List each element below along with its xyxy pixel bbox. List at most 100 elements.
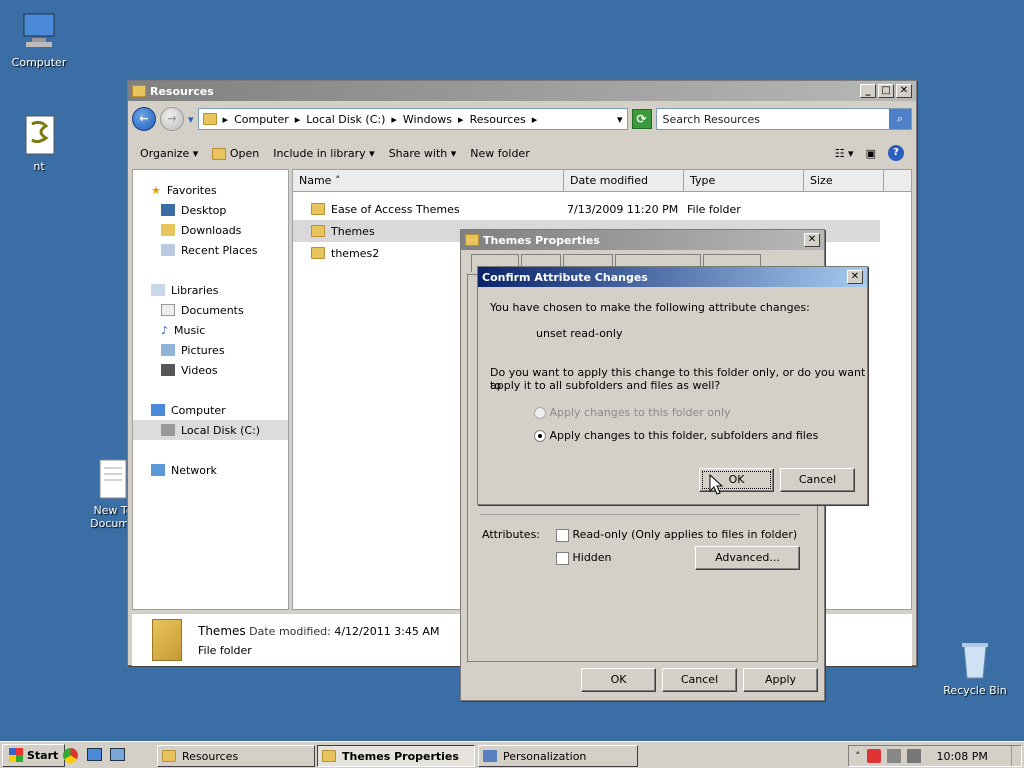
network-icon xyxy=(151,464,165,476)
minimize-button[interactable]: _ xyxy=(860,84,876,98)
readonly-checkbox[interactable]: Read-only (Only applies to files in fold… xyxy=(556,528,797,542)
folder-icon xyxy=(465,234,479,246)
back-button[interactable]: ← xyxy=(132,107,156,131)
confirm-cancel-button[interactable]: Cancel xyxy=(780,468,855,492)
explorer-titlebar[interactable]: Resources _ □ ✕ xyxy=(128,81,916,101)
nav-local-disk[interactable]: Local Disk (C:) xyxy=(133,420,288,440)
advanced-button[interactable]: Advanced... xyxy=(695,546,800,570)
folder-icon xyxy=(212,147,227,160)
task-resources[interactable]: Resources xyxy=(157,745,315,767)
recent-places-icon xyxy=(161,244,175,256)
nav-favorites[interactable]: ★ Favorites xyxy=(133,180,288,200)
nav-desktop[interactable]: Desktop xyxy=(133,200,288,220)
desktop-icon-label: Computer xyxy=(11,56,67,69)
nav-documents[interactable]: Documents xyxy=(133,300,288,320)
radio-folder-subfolders-files[interactable]: Apply changes to this folder, subfolders… xyxy=(534,429,818,442)
open-button[interactable]: Open xyxy=(212,147,259,160)
close-button[interactable]: ✕ xyxy=(847,270,863,284)
show-desktop-button[interactable] xyxy=(1011,746,1021,766)
system-tray: ˄ 10:08 PM xyxy=(848,745,1022,767)
views-icon[interactable]: ☷ ▾ xyxy=(835,147,854,160)
maximize-button[interactable]: □ xyxy=(878,84,894,98)
divider xyxy=(480,514,800,515)
taskbar: Start Resources Themes Properties Person… xyxy=(0,741,1024,768)
attribute-change: unset read-only xyxy=(536,327,623,340)
network-icon[interactable] xyxy=(886,749,901,763)
nav-pictures[interactable]: Pictures xyxy=(133,340,288,360)
attributes-label: Attributes: xyxy=(482,528,541,541)
help-icon[interactable]: ? xyxy=(888,145,904,161)
details-name: Themes xyxy=(198,623,246,638)
folder-icon xyxy=(162,750,176,762)
star-icon: ★ xyxy=(151,183,161,197)
folder-icon xyxy=(322,750,336,762)
ok-button[interactable]: OK xyxy=(581,668,656,692)
clock[interactable]: 10:08 PM xyxy=(937,750,988,763)
search-placeholder: Search Resources xyxy=(662,112,760,126)
show-desktop-icon[interactable] xyxy=(87,748,102,761)
forward-button[interactable]: → xyxy=(160,107,184,131)
column-date-modified[interactable]: Date modified xyxy=(564,170,684,191)
computer-icon xyxy=(18,10,60,52)
column-size[interactable]: Size xyxy=(804,170,884,191)
desktop-icon-recycle-bin[interactable]: Recycle Bin xyxy=(938,638,1012,697)
nav-downloads[interactable]: Downloads xyxy=(133,220,288,240)
breadcrumb-windows[interactable]: Windows xyxy=(403,113,452,126)
nav-libraries[interactable]: Libraries xyxy=(133,280,288,300)
mouse-cursor-icon xyxy=(709,473,724,499)
organize-button[interactable]: Organize ▾ xyxy=(140,147,198,160)
window-title: Resources xyxy=(150,84,214,98)
libraries-icon xyxy=(151,284,165,296)
preview-pane-icon[interactable]: ▣ xyxy=(866,147,876,160)
cancel-button[interactable]: Cancel xyxy=(662,668,737,692)
radio-folder-only[interactable]: Apply changes to this folder only xyxy=(534,406,731,419)
search-input[interactable]: Search Resources ⌕ xyxy=(655,108,912,130)
start-button[interactable]: Start xyxy=(2,743,66,767)
apply-button[interactable]: Apply xyxy=(743,668,818,692)
column-name[interactable]: Name ˄ xyxy=(293,170,564,191)
desktop-icon-nt[interactable]: nt xyxy=(2,114,76,173)
recycle-bin-icon xyxy=(954,638,996,680)
column-headers: Name ˄ Date modified Type Size xyxy=(293,170,911,192)
breadcrumb-computer[interactable]: Computer xyxy=(234,113,289,126)
breadcrumb-local-disk[interactable]: Local Disk (C:) xyxy=(306,113,385,126)
computer-icon xyxy=(151,404,165,416)
desktop-icon-computer[interactable]: Computer xyxy=(2,10,76,69)
nav-recent-places[interactable]: Recent Places xyxy=(133,240,288,260)
drive-icon xyxy=(161,424,175,436)
new-folder-button[interactable]: New folder xyxy=(470,147,529,160)
videos-icon xyxy=(161,364,175,376)
action-center-icon[interactable] xyxy=(866,749,881,763)
list-item[interactable]: Ease of Access Themes 7/13/2009 11:20 PM… xyxy=(293,198,911,220)
breadcrumb-resources[interactable]: Resources xyxy=(470,113,526,126)
nav-computer[interactable]: Computer xyxy=(133,400,288,420)
task-themes-properties[interactable]: Themes Properties xyxy=(317,745,475,767)
switch-windows-icon[interactable] xyxy=(110,748,125,761)
refresh-button[interactable]: ⟳ xyxy=(631,109,652,129)
history-dropdown-icon[interactable]: ▾ xyxy=(188,113,194,126)
details-type: File folder xyxy=(198,643,252,657)
command-bar: Organize ▾ Open Include in library ▾ Sha… xyxy=(132,139,912,167)
confirm-titlebar[interactable]: Confirm Attribute Changes ✕ xyxy=(478,267,867,287)
nav-videos[interactable]: Videos xyxy=(133,360,288,380)
address-bar[interactable]: ▸ Computer ▸ Local Disk (C:) ▸ Windows ▸… xyxy=(197,108,628,130)
include-in-library-button[interactable]: Include in library ▾ xyxy=(273,147,374,160)
hidden-checkbox[interactable]: Hidden xyxy=(556,551,612,565)
nav-music[interactable]: ♪ Music xyxy=(133,320,288,340)
task-personalization[interactable]: Personalization xyxy=(478,745,638,767)
share-with-button[interactable]: Share with ▾ xyxy=(389,147,457,160)
close-button[interactable]: ✕ xyxy=(896,84,912,98)
chrome-icon[interactable] xyxy=(63,748,78,763)
column-type[interactable]: Type xyxy=(684,170,804,191)
desktop-icon-label: Recycle Bin xyxy=(943,684,1007,697)
nav-network[interactable]: Network xyxy=(133,460,288,480)
show-hidden-icons-icon[interactable]: ˄ xyxy=(855,750,861,763)
close-button[interactable]: ✕ xyxy=(804,233,820,247)
address-bar-row: ← → ▾ ▸ Computer ▸ Local Disk (C:) ▸ Win… xyxy=(132,103,912,135)
address-dropdown-icon[interactable]: ▾ xyxy=(617,113,623,126)
properties-titlebar[interactable]: Themes Properties ✕ xyxy=(461,230,824,250)
folder-icon xyxy=(132,85,146,97)
volume-icon[interactable] xyxy=(906,749,921,763)
script-file-icon xyxy=(18,114,60,156)
search-icon[interactable]: ⌕ xyxy=(889,109,911,129)
